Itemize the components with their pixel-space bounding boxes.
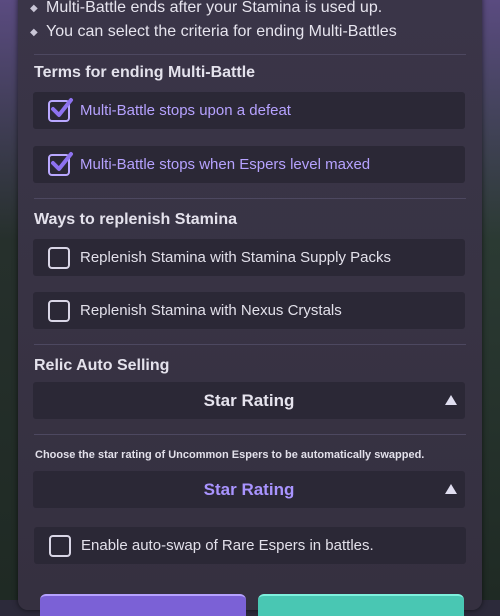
- option-label: Replenish Stamina with Nexus Crystals: [80, 302, 342, 319]
- relic-section-title: Relic Auto Selling: [34, 357, 170, 374]
- diamond-bullet-icon: ◆: [30, 2, 38, 14]
- option-label: Enable auto-swap of Rare Espers in battl…: [81, 537, 374, 554]
- option-label: Replenish Stamina with Stamina Supply Pa…: [80, 249, 391, 266]
- uncommon-hint-text: Choose the star rating of Uncommon Esper…: [35, 449, 425, 461]
- notes-list: ◆ Multi-Battle ends after your Stamina i…: [30, 0, 470, 44]
- option-stop-on-level-max[interactable]: Multi-Battle stops when Espers level max…: [33, 146, 465, 183]
- checkmark-icon: [51, 151, 73, 171]
- checkbox-checked-icon[interactable]: [48, 151, 73, 176]
- relic-star-rating-dropdown[interactable]: Star Rating: [33, 382, 465, 419]
- note-text: You can select the criteria for ending M…: [46, 23, 397, 40]
- checkmark-icon: [51, 97, 73, 117]
- confirm-button[interactable]: [258, 594, 464, 616]
- option-stop-on-defeat[interactable]: Multi-Battle stops upon a defeat: [33, 92, 465, 129]
- checkbox-checked-icon[interactable]: [48, 97, 73, 122]
- option-replenish-nexus-crystals[interactable]: Replenish Stamina with Nexus Crystals: [33, 292, 465, 329]
- terms-section-title: Terms for ending Multi-Battle: [34, 64, 256, 81]
- option-label: Multi-Battle stops when Espers level max…: [80, 156, 371, 173]
- checkbox-unchecked-icon[interactable]: [48, 246, 70, 269]
- uncommon-star-rating-dropdown[interactable]: Star Rating: [33, 471, 465, 508]
- option-auto-swap-rare[interactable]: Enable auto-swap of Rare Espers in battl…: [34, 527, 466, 564]
- option-label: Multi-Battle stops upon a defeat: [80, 102, 291, 119]
- option-replenish-supply-packs[interactable]: Replenish Stamina with Stamina Supply Pa…: [33, 239, 465, 276]
- divider: [34, 54, 466, 55]
- note-text: Multi-Battle ends after your Stamina is …: [46, 0, 383, 16]
- dropdown-label: Star Rating: [203, 480, 295, 499]
- triangle-up-icon: [445, 484, 457, 494]
- dropdown-label: Star Rating: [203, 391, 295, 410]
- checkbox-unchecked-icon[interactable]: [48, 299, 70, 322]
- divider: [34, 344, 466, 345]
- note-item: ◆ Multi-Battle ends after your Stamina i…: [30, 0, 470, 20]
- note-item: ◆ You can select the criteria for ending…: [30, 20, 470, 44]
- triangle-up-icon: [445, 395, 457, 405]
- divider: [34, 434, 466, 435]
- divider: [34, 198, 466, 199]
- diamond-bullet-icon: ◆: [30, 26, 38, 38]
- cancel-button[interactable]: [40, 594, 246, 616]
- checkbox-unchecked-icon[interactable]: [49, 534, 71, 557]
- replenish-section-title: Ways to replenish Stamina: [34, 211, 238, 228]
